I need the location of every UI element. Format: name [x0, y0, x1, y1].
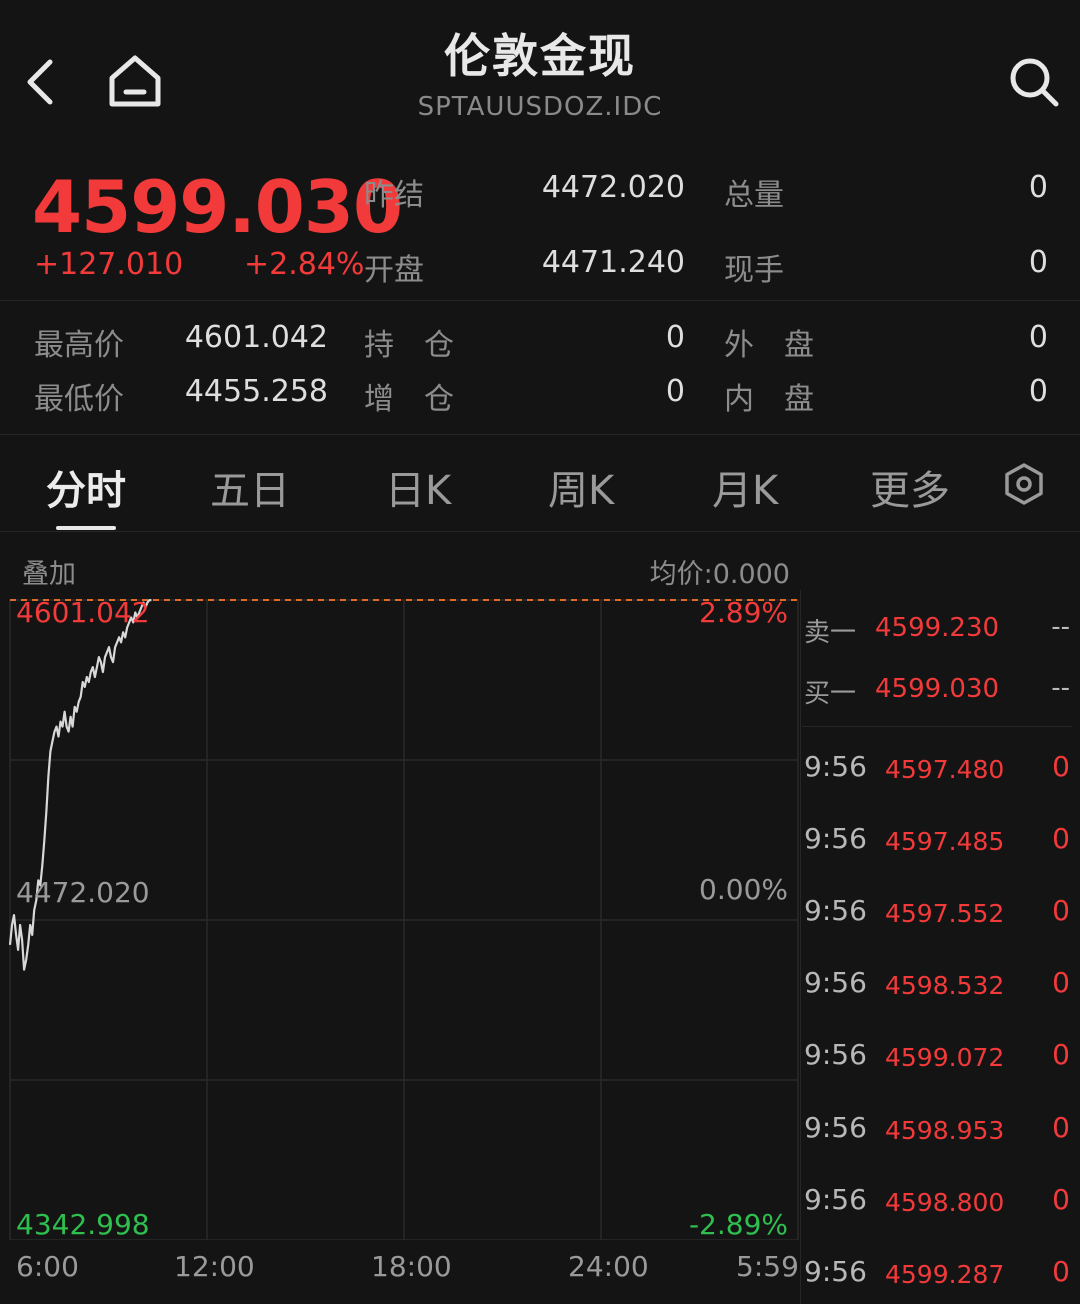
outer-label: 外 盘 [724, 328, 814, 363]
x-tick-label: 12:00 [174, 1250, 255, 1283]
active-tab-indicator [56, 526, 116, 530]
tick-volume: 0 [1052, 822, 1070, 855]
y-ref-pct: 0.00% [699, 873, 788, 906]
low-value: 4455.258 [184, 374, 328, 409]
tick-volume: 0 [1052, 1183, 1070, 1216]
tick-time: 9:56 [804, 822, 867, 855]
price-change-pct: +2.84% [244, 247, 365, 282]
open-value: 4471.240 [541, 245, 685, 280]
ask-label: 卖一 [804, 618, 857, 648]
x-tick-label: 18:00 [371, 1250, 452, 1283]
tick-price: 4597.485 [885, 827, 1005, 856]
tick-time: 9:56 [804, 1038, 867, 1071]
last-price: 4599.030 [32, 165, 403, 249]
volume-value: 0 [1028, 170, 1048, 205]
tab-weekly-k[interactable]: 周K [548, 458, 614, 516]
inner-label: 内 盘 [724, 382, 814, 417]
low-label: 最低价 [34, 382, 124, 417]
tick-price: 4599.072 [885, 1043, 1005, 1072]
tick-time: 9:56 [804, 894, 867, 927]
high-label: 最高价 [34, 328, 124, 363]
tick-volume: 0 [1052, 894, 1070, 927]
prev-settle-label: 昨结 [364, 178, 424, 213]
y-min-price: 4342.998 [16, 1208, 150, 1241]
tick-volume: 0 [1052, 966, 1070, 999]
tick-volume: 0 [1052, 1038, 1070, 1071]
tick-time: 9:56 [804, 1255, 867, 1288]
settings-hexagon-icon [1005, 463, 1043, 505]
ask-volume: -- [1051, 612, 1070, 642]
inner-value: 0 [1028, 374, 1048, 409]
search-icon [1010, 58, 1059, 107]
bid-label: 买一 [804, 679, 857, 709]
bid-price: 4599.030 [875, 674, 1000, 704]
tab-intraday[interactable]: 分时 [46, 458, 126, 516]
divider [0, 531, 1080, 532]
instrument-code: SPTAUUSDOZ.IDC [417, 92, 663, 122]
x-tick-label: 5:59 [736, 1250, 799, 1283]
tick-price: 4599.287 [885, 1260, 1005, 1289]
current-hand-label: 现手 [724, 253, 784, 288]
prev-settle-value: 4472.020 [541, 170, 685, 205]
y-max-pct: 2.89% [699, 596, 788, 629]
tick-time: 9:56 [804, 1183, 867, 1216]
tick-volume: 0 [1052, 1111, 1070, 1144]
divider [0, 434, 1080, 435]
y-min-pct: -2.89% [688, 1208, 788, 1241]
avg-price-label: 均价:0.000 [649, 559, 790, 590]
tick-time: 9:56 [804, 1111, 867, 1144]
tick-volume: 0 [1052, 1255, 1070, 1288]
tab-five-day[interactable]: 五日 [210, 458, 290, 516]
x-tick-label: 6:00 [16, 1250, 79, 1283]
search-button[interactable] [1006, 54, 1062, 110]
current-hand-value: 0 [1028, 245, 1048, 280]
tick-volume: 0 [1052, 750, 1070, 783]
high-value: 4601.042 [184, 320, 328, 355]
outer-value: 0 [1028, 320, 1048, 355]
tick-price: 4597.480 [885, 755, 1005, 784]
tick-price: 4598.800 [885, 1188, 1005, 1217]
tick-price: 4598.532 [885, 971, 1005, 1000]
position-label: 持 仓 [364, 328, 454, 363]
x-tick-label: 24:00 [568, 1250, 649, 1283]
position-value: 0 [665, 320, 685, 355]
panel-divider [800, 590, 801, 1304]
ask-price: 4599.230 [875, 613, 1000, 643]
price-series-line [8, 599, 152, 971]
price-change: +127.010 [34, 247, 184, 282]
chart-settings-button[interactable] [1002, 462, 1046, 506]
tick-price: 4598.953 [885, 1116, 1005, 1145]
volume-label: 总量 [724, 178, 784, 213]
y-ref-price: 4472.020 [16, 876, 150, 909]
tab-more[interactable]: 更多 [870, 458, 950, 516]
overlay-button[interactable]: 叠加 [22, 552, 76, 591]
y-max-price: 4601.042 [16, 596, 150, 629]
bid-volume: -- [1051, 673, 1070, 703]
open-label: 开盘 [364, 253, 424, 288]
increase-label: 增 仓 [364, 382, 454, 417]
increase-value: 0 [665, 374, 685, 409]
tick-time: 9:56 [804, 750, 867, 783]
intraday-chart[interactable] [0, 590, 800, 1240]
page-title: 伦敦金现 [444, 29, 636, 83]
tab-monthly-k[interactable]: 月K [712, 458, 778, 516]
tick-time: 9:56 [804, 966, 867, 999]
tick-price: 4597.552 [885, 899, 1005, 928]
divider [0, 300, 1080, 301]
divider [802, 726, 1072, 727]
tab-daily-k[interactable]: 日K [385, 458, 451, 516]
